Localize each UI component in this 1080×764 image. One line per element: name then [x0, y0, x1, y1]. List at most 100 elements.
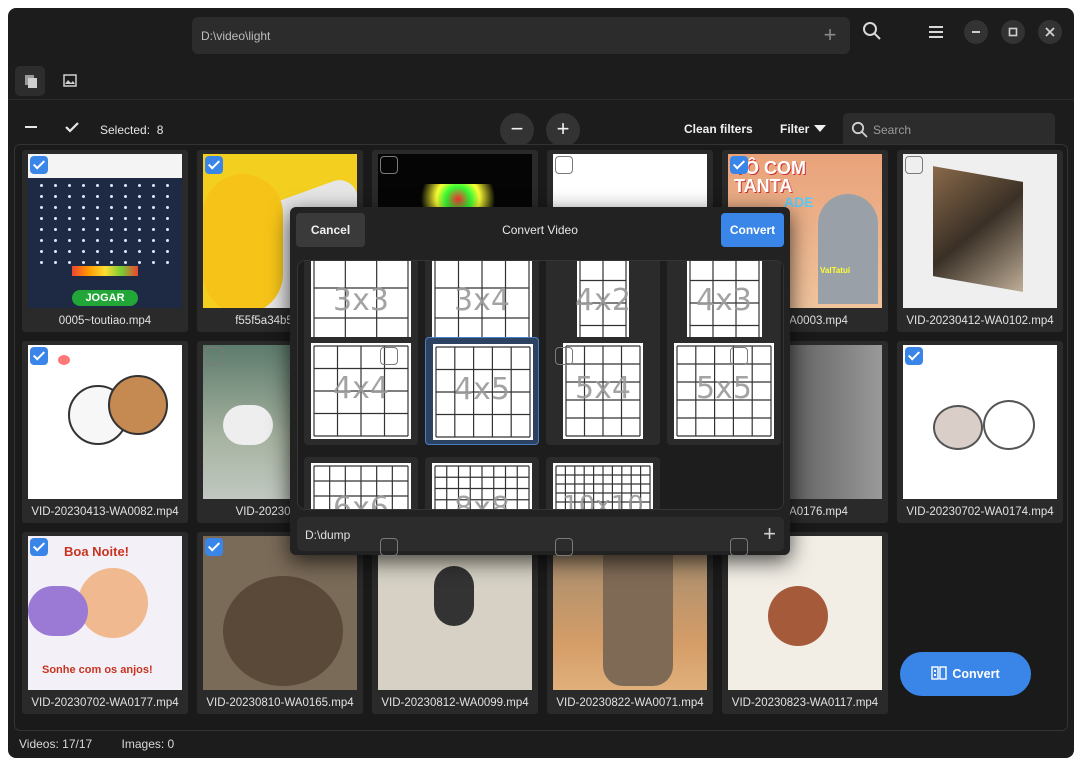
- select-checkbox[interactable]: [205, 156, 223, 174]
- layout-option-4x4[interactable]: 4x4: [304, 337, 418, 445]
- video-card[interactable]: VID-20230413-WA0082.mp4: [22, 341, 188, 523]
- menu-icon[interactable]: [926, 22, 946, 42]
- add-path-icon[interactable]: +: [820, 24, 840, 46]
- layout-label: 4x2: [575, 283, 631, 318]
- layout-option-4x5[interactable]: 4x5: [425, 337, 539, 445]
- select-checkbox[interactable]: [730, 347, 748, 365]
- thumbnail-shape: [166, 195, 169, 198]
- search-input[interactable]: [873, 121, 1043, 139]
- thumbnail-shape: [166, 250, 169, 253]
- maximize-button[interactable]: [1001, 20, 1025, 44]
- layout-option-8x8[interactable]: 8x8: [425, 457, 539, 509]
- minimize-button[interactable]: [964, 20, 988, 44]
- layout-option-10x10[interactable]: 10x10: [546, 457, 660, 509]
- thumbnail-shape: [603, 536, 673, 686]
- video-card[interactable]: VID-20230412-WA0102.mp4: [897, 150, 1063, 332]
- select-checkbox[interactable]: [205, 347, 223, 365]
- filter-dropdown[interactable]: Filter: [780, 122, 827, 136]
- thumbnail-shape: [124, 261, 127, 264]
- video-card[interactable]: VID-20230812-WA0099.mp4: [372, 532, 538, 714]
- select-checkbox[interactable]: [30, 538, 48, 556]
- layout-option-6x6[interactable]: 6x6: [304, 457, 418, 509]
- select-checkbox[interactable]: [555, 156, 573, 174]
- zoom-in-button[interactable]: +: [546, 113, 580, 147]
- images-count: Images: 0: [121, 737, 175, 751]
- select-checkbox[interactable]: [205, 538, 223, 556]
- zoom-out-button[interactable]: −: [500, 113, 534, 147]
- clean-filters-button[interactable]: Clean filters: [684, 122, 753, 136]
- layout-picker: 3x3 3x4 4x2 4x3 4x4 4x5 5x4 5x5 6x6 8x8 10x10: [297, 260, 784, 510]
- select-checkbox[interactable]: [380, 347, 398, 365]
- thumbnail-shape: [82, 217, 85, 220]
- toolbar: Selected: 8 − + Clean filters Filter: [8, 100, 1074, 147]
- select-checkbox[interactable]: [730, 156, 748, 174]
- video-card[interactable]: VID-20230822-WA0071.mp4: [547, 532, 713, 714]
- thumbnail-shape: [40, 250, 43, 253]
- select-checkbox[interactable]: [380, 538, 398, 556]
- thumbnail-shape: [166, 228, 169, 231]
- select-checkbox[interactable]: [730, 538, 748, 556]
- thumbnail-shape: [110, 217, 113, 220]
- video-filename: VID-20230812-WA0099.mp4: [381, 697, 529, 709]
- thumbnail-shape: [40, 184, 43, 187]
- video-mode-tab[interactable]: [15, 66, 45, 96]
- video-card[interactable]: VID-20230702-WA0174.mp4: [897, 341, 1063, 523]
- select-checkbox[interactable]: [380, 156, 398, 174]
- thumbnail-shape: [110, 261, 113, 264]
- video-card[interactable]: JOGAR 0005~toutiao.mp4: [22, 150, 188, 332]
- video-card[interactable]: VID-20230810-WA0165.mp4: [197, 532, 363, 714]
- video-filename: VID-20230822-WA0071.mp4: [556, 697, 704, 709]
- video-card[interactable]: VID-20230823-WA0117.mp4: [722, 532, 888, 714]
- convert-fab-button[interactable]: Convert: [900, 652, 1031, 696]
- thumbnail-shape: [768, 586, 828, 646]
- thumbnail-shape: [138, 228, 141, 231]
- thumbnail-shape: [82, 250, 85, 253]
- thumbnail-shape: [40, 239, 43, 242]
- thumbnail-shape: [138, 261, 141, 264]
- video-filename: VID-20230702-WA0177.mp4: [31, 697, 179, 709]
- thumbnail-shape: [933, 166, 1023, 292]
- add-output-icon[interactable]: +: [763, 523, 776, 545]
- videos-count: Videos: 17/17: [19, 737, 93, 751]
- layout-label: 4x5: [454, 372, 510, 407]
- path-bar[interactable]: D:\video\light +: [192, 17, 850, 54]
- video-card[interactable]: Boa Noite! Sonhe com os anjos! VID-2023070…: [22, 532, 188, 714]
- thumbnail-shape: [96, 184, 99, 187]
- select-checkbox[interactable]: [555, 347, 573, 365]
- thumbnail-shape: [68, 250, 71, 253]
- deselect-all-icon[interactable]: [24, 120, 38, 134]
- convert-button[interactable]: Convert: [721, 213, 784, 247]
- thumbnail-shape: [96, 250, 99, 253]
- thumbnail-shape: [223, 405, 273, 445]
- thumbnail-shape: [110, 184, 113, 187]
- thumbnail-shape: [96, 228, 99, 231]
- close-button[interactable]: [1038, 20, 1062, 44]
- thumbnail-shape: [54, 261, 57, 264]
- select-checkbox[interactable]: [30, 156, 48, 174]
- search-icon[interactable]: [862, 21, 882, 41]
- boa-noite-text: Boa Noite!: [64, 544, 129, 559]
- image-mode-tab[interactable]: [55, 66, 85, 96]
- thumbnail-shape: [40, 217, 43, 220]
- select-checkbox[interactable]: [555, 538, 573, 556]
- convert-fab-label: Convert: [952, 667, 1000, 681]
- video-thumbnail: [28, 345, 182, 499]
- thumbnail-shape: [96, 239, 99, 242]
- thumbnail-shape: [166, 206, 169, 209]
- thumbnail-shape: [68, 261, 71, 264]
- select-checkbox[interactable]: [905, 347, 923, 365]
- video-filename: VID-20230413-WA0082.mp4: [31, 506, 179, 518]
- search-box[interactable]: [843, 113, 1055, 147]
- select-checkbox[interactable]: [905, 156, 923, 174]
- video-thumbnail: [203, 536, 357, 690]
- thumbnail-shape: [68, 195, 71, 198]
- layout-label: 3x3: [333, 283, 389, 318]
- output-path-bar[interactable]: D:\dump +: [297, 517, 784, 551]
- select-checkbox[interactable]: [30, 347, 48, 365]
- output-path-text: D:\dump: [305, 528, 351, 542]
- thumbnail-shape: [124, 239, 127, 242]
- thumbnail-shape: [138, 195, 141, 198]
- thumbnail-shape: [108, 375, 168, 435]
- select-all-icon[interactable]: [64, 120, 80, 134]
- layout-option-5x5[interactable]: 5x5: [667, 337, 781, 445]
